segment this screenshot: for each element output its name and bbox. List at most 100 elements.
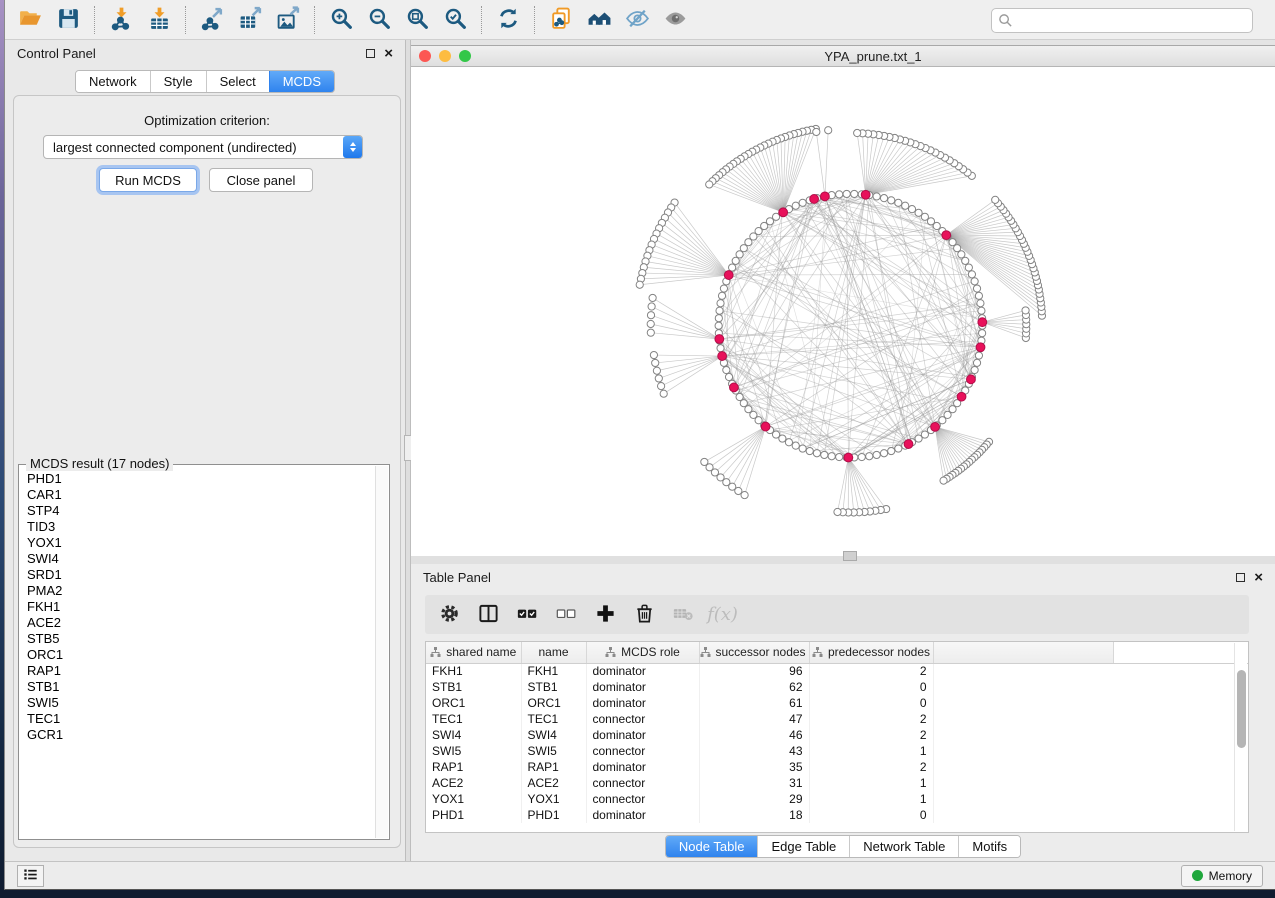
column-header-shared-name[interactable]: shared name bbox=[426, 642, 521, 663]
tab-mcds[interactable]: MCDS bbox=[269, 71, 334, 92]
network-node[interactable] bbox=[813, 128, 820, 135]
network-node[interactable] bbox=[851, 190, 858, 197]
cell-MCDS-role[interactable]: connector bbox=[586, 791, 699, 807]
show-all-button[interactable] bbox=[656, 4, 694, 36]
network-node[interactable] bbox=[706, 181, 713, 188]
import-network-button[interactable] bbox=[102, 4, 140, 36]
network-node[interactable] bbox=[718, 292, 725, 299]
cell-name[interactable]: SWI5 bbox=[521, 743, 586, 759]
open-session-button[interactable] bbox=[11, 4, 49, 36]
cell-shared-name[interactable]: YOX1 bbox=[426, 791, 521, 807]
network-edge[interactable] bbox=[654, 355, 722, 356]
mcds-hub-node[interactable] bbox=[904, 440, 913, 449]
network-node[interactable] bbox=[647, 312, 654, 319]
cell-MCDS-role[interactable]: connector bbox=[586, 775, 699, 791]
table-row[interactable]: SWI4SWI4dominator462 bbox=[426, 727, 1248, 743]
table-row[interactable]: YOX1YOX1connector291 bbox=[426, 791, 1248, 807]
first-neighbors-button[interactable] bbox=[580, 4, 618, 36]
network-graph[interactable] bbox=[411, 67, 1275, 556]
cell-name[interactable]: YOX1 bbox=[521, 791, 586, 807]
export-table-button[interactable] bbox=[231, 4, 269, 36]
mcds-hub-node[interactable] bbox=[779, 208, 788, 217]
mcds-hub-node[interactable] bbox=[810, 195, 819, 204]
network-node[interactable] bbox=[732, 257, 739, 264]
network-node[interactable] bbox=[888, 447, 895, 454]
network-edge[interactable] bbox=[657, 356, 722, 371]
zoom-out-button[interactable] bbox=[360, 4, 398, 36]
horizontal-splitter[interactable] bbox=[411, 556, 1275, 564]
mcds-hub-node[interactable] bbox=[718, 352, 727, 361]
cell-predecessor-nodes[interactable]: 1 bbox=[809, 791, 933, 807]
network-node[interactable] bbox=[825, 127, 832, 134]
network-edge[interactable] bbox=[721, 427, 766, 478]
cell-name[interactable]: PHD1 bbox=[521, 807, 586, 823]
network-edge[interactable] bbox=[814, 199, 931, 430]
network-node[interactable] bbox=[799, 445, 806, 452]
optimization-criterion-select[interactable]: largest connected component (undirected) bbox=[43, 135, 363, 159]
table-row[interactable]: RAP1RAP1dominator352 bbox=[426, 759, 1248, 775]
cell-MCDS-role[interactable]: dominator bbox=[586, 807, 699, 823]
network-node[interactable] bbox=[649, 294, 656, 301]
network-edge[interactable] bbox=[866, 173, 968, 195]
network-edge[interactable] bbox=[732, 268, 980, 348]
cell-successor-nodes[interactable]: 47 bbox=[699, 711, 809, 727]
cell-predecessor-nodes[interactable]: 0 bbox=[809, 679, 933, 695]
network-node[interactable] bbox=[652, 359, 659, 366]
cell-successor-nodes[interactable]: 61 bbox=[699, 695, 809, 711]
cell-shared-name[interactable]: SWI4 bbox=[426, 727, 521, 743]
network-edge[interactable] bbox=[671, 207, 729, 275]
network-edge[interactable] bbox=[729, 275, 981, 348]
cell-shared-name[interactable]: TEC1 bbox=[426, 711, 521, 727]
column-header-predecessor-nodes[interactable]: predecessor nodes bbox=[809, 642, 933, 663]
mcds-hub-node[interactable] bbox=[861, 190, 870, 199]
cell-name[interactable]: STB1 bbox=[521, 679, 586, 695]
mcds-hub-node[interactable] bbox=[730, 383, 739, 392]
network-edge[interactable] bbox=[866, 158, 945, 195]
network-edge[interactable] bbox=[843, 458, 848, 513]
network-node[interactable] bbox=[1022, 307, 1029, 314]
network-node[interactable] bbox=[888, 197, 895, 204]
mcds-result-item[interactable]: PHD1 bbox=[27, 471, 375, 487]
cell-shared-name[interactable]: PHD1 bbox=[426, 807, 521, 823]
cell-MCDS-role[interactable]: dominator bbox=[586, 727, 699, 743]
delete-columns-button[interactable] bbox=[628, 600, 661, 630]
network-node[interactable] bbox=[729, 264, 736, 271]
mcds-result-item[interactable]: FKH1 bbox=[27, 599, 375, 615]
zoom-fit-button[interactable] bbox=[398, 4, 436, 36]
import-table-button[interactable] bbox=[140, 4, 178, 36]
tab-edge-table[interactable]: Edge Table bbox=[757, 836, 849, 857]
column-header-name[interactable]: name bbox=[521, 642, 586, 663]
mcds-result-list[interactable]: PHD1CAR1STP4TID3YOX1SWI4SRD1PMA2FKH1ACE2… bbox=[20, 466, 375, 838]
network-edge[interactable] bbox=[803, 203, 935, 427]
network-edge[interactable] bbox=[866, 136, 884, 195]
network-edge[interactable] bbox=[946, 217, 1008, 235]
network-edge[interactable] bbox=[789, 195, 866, 443]
network-edge[interactable] bbox=[641, 275, 729, 279]
network-edge[interactable] bbox=[723, 172, 784, 212]
network-node[interactable] bbox=[873, 193, 880, 200]
network-node[interactable] bbox=[658, 383, 665, 390]
cell-predecessor-nodes[interactable]: 2 bbox=[809, 711, 933, 727]
table-row[interactable]: SWI5SWI5connector431 bbox=[426, 743, 1248, 759]
network-edge[interactable] bbox=[884, 198, 971, 379]
hide-selected-button[interactable] bbox=[618, 4, 656, 36]
network-node[interactable] bbox=[828, 453, 835, 460]
network-node[interactable] bbox=[647, 329, 654, 336]
network-node[interactable] bbox=[720, 285, 727, 292]
cell-name[interactable]: ACE2 bbox=[521, 775, 586, 791]
cell-predecessor-nodes[interactable]: 1 bbox=[809, 775, 933, 791]
search-input[interactable] bbox=[991, 8, 1253, 33]
close-panel-icon[interactable]: × bbox=[384, 49, 393, 58]
cell-name[interactable]: ORC1 bbox=[521, 695, 586, 711]
network-node[interactable] bbox=[895, 199, 902, 206]
mcds-result-item[interactable]: RAP1 bbox=[27, 663, 375, 679]
float-panel-icon[interactable] bbox=[1236, 573, 1245, 582]
network-edge[interactable] bbox=[816, 132, 825, 196]
mcds-hub-node[interactable] bbox=[976, 343, 985, 352]
zoom-selected-button[interactable] bbox=[436, 4, 474, 36]
network-edge[interactable] bbox=[898, 203, 935, 427]
split-view-button[interactable] bbox=[472, 600, 505, 630]
cell-successor-nodes[interactable]: 18 bbox=[699, 807, 809, 823]
network-edge[interactable] bbox=[726, 427, 765, 483]
network-node[interactable] bbox=[653, 367, 660, 374]
